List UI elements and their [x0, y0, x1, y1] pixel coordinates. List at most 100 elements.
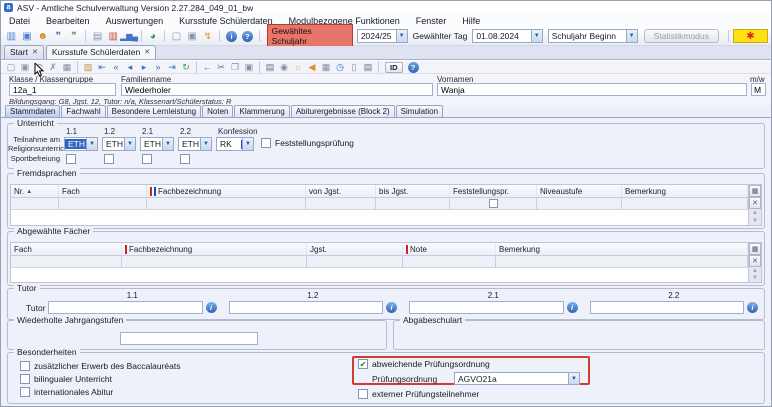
filter-cell-checkbox[interactable]: [450, 198, 537, 209]
lastname-field[interactable]: [121, 83, 433, 96]
abgewaehlte-table-body[interactable]: [11, 268, 748, 282]
chevron-down-icon[interactable]: ▼: [200, 138, 211, 150]
prev-page-icon[interactable]: «: [109, 61, 123, 73]
flash-icon[interactable]: ↯: [201, 29, 216, 43]
tab-fachwahl[interactable]: Fachwahl: [61, 105, 105, 117]
scroll-down-icon[interactable]: ▼: [752, 218, 758, 224]
chevron-down-icon[interactable]: ▼: [568, 373, 579, 384]
menu-auswertungen[interactable]: Auswertungen: [98, 14, 172, 27]
menu-kursstufe-schuelerdaten[interactable]: Kursstufe Schülerdaten: [171, 14, 281, 27]
filter-cell[interactable]: [307, 256, 403, 267]
externer-pruefungsteilnehmer-checkbox[interactable]: [358, 389, 368, 399]
vertical-scrollbar[interactable]: ▲▼: [749, 267, 761, 282]
tab-kursstufe-schuelerdaten[interactable]: Kursstufe Schülerdaten ✕: [46, 45, 156, 59]
sportbefreiung-checkbox-21[interactable]: [142, 154, 152, 164]
help-icon[interactable]: ?: [408, 62, 419, 73]
clear-filter-icon[interactable]: ✕: [749, 197, 761, 209]
window-flash-icon[interactable]: ▣: [185, 29, 200, 43]
first-record-icon[interactable]: ⇤: [95, 61, 109, 73]
tab-start[interactable]: Start ✕: [4, 45, 44, 59]
scroll-down-icon[interactable]: ▼: [752, 275, 758, 281]
term-select[interactable]: Schuljahr Beginn ▼: [548, 29, 638, 43]
tutor-field-11[interactable]: [48, 301, 203, 314]
sex-field[interactable]: [751, 83, 766, 96]
filter-cell[interactable]: [306, 198, 376, 209]
col-fach[interactable]: Fach: [11, 243, 122, 255]
prev-record-icon[interactable]: ◂: [123, 61, 137, 73]
cut-icon[interactable]: ✂: [214, 61, 228, 73]
feststellungspruefung-checkbox[interactable]: [261, 138, 271, 148]
sportbefreiung-checkbox-11[interactable]: [66, 154, 76, 164]
new-record-icon[interactable]: ▢: [4, 61, 18, 73]
feststellungspruefung-option[interactable]: Feststellungsprüfung: [261, 138, 354, 150]
col-fach[interactable]: Fach: [59, 185, 147, 197]
last-record-icon[interactable]: ⇥: [165, 61, 179, 73]
folder-icon[interactable]: ▨: [81, 61, 95, 73]
id-button[interactable]: ID: [385, 62, 403, 73]
chevron-down-icon[interactable]: ▼: [86, 138, 97, 150]
tab-stammdaten[interactable]: Stammdaten: [5, 105, 60, 117]
bar-chart-icon[interactable]: ▂▆▄: [122, 29, 137, 43]
menu-bearbeiten[interactable]: Bearbeiten: [38, 14, 98, 27]
close-icon[interactable]: ✕: [144, 48, 150, 56]
tab-abiturergebnisse[interactable]: Abiturergebnisse (Block 2): [291, 105, 395, 117]
chevron-down-icon[interactable]: ▼: [531, 30, 542, 42]
copy-icon[interactable]: ❐: [228, 61, 242, 73]
firstname-field[interactable]: [437, 83, 747, 96]
save-record-icon[interactable]: ▦: [60, 61, 74, 73]
refresh-icon[interactable]: ↻: [179, 61, 193, 73]
sportbefreiung-checkbox-12[interactable]: [104, 154, 114, 164]
scroll-up-icon[interactable]: ▲: [752, 268, 758, 274]
scroll-up-icon[interactable]: ▲: [752, 210, 758, 216]
back-icon[interactable]: ←: [200, 61, 214, 73]
col-bis-jgst[interactable]: bis Jgst.: [376, 185, 450, 197]
internationales-abitur-checkbox[interactable]: [20, 387, 30, 397]
modules-icon[interactable]: ▥: [4, 29, 19, 43]
col-von-jgst[interactable]: von Jgst.: [306, 185, 376, 197]
pruefungsordnung-select[interactable]: AGVO21a ▼: [454, 372, 580, 385]
print-list-icon[interactable]: ▤: [361, 61, 375, 73]
bilingual-option[interactable]: bilingualer Unterricht: [20, 374, 112, 386]
tab-besondere-lernleistung[interactable]: Besondere Lernleistung: [107, 105, 202, 117]
col-fachbezeichnung[interactable]: Fachbezeichnung: [122, 243, 307, 255]
menu-datei[interactable]: Datei: [1, 14, 38, 27]
filter-cell[interactable]: [11, 256, 122, 267]
tutor-field-21[interactable]: [409, 301, 564, 314]
tutor-field-12[interactable]: [229, 301, 384, 314]
info-icon[interactable]: i: [386, 302, 397, 313]
screen-red-icon[interactable]: ▥: [106, 29, 121, 43]
vertical-scrollbar[interactable]: ▲▼: [749, 209, 761, 225]
lamp-icon[interactable]: ☼: [291, 61, 305, 73]
next-page-icon[interactable]: »: [151, 61, 165, 73]
sportbefreiung-checkbox-22[interactable]: [180, 154, 190, 164]
chevron-down-icon[interactable]: ▼: [124, 138, 135, 150]
clear-filter-icon[interactable]: ✕: [749, 255, 761, 267]
filter-cell[interactable]: [11, 198, 59, 209]
info-icon[interactable]: i: [567, 302, 578, 313]
delete-record-icon[interactable]: ✗: [46, 61, 60, 73]
col-bemerkung[interactable]: Bemerkung: [496, 243, 748, 255]
filter-cell[interactable]: [376, 198, 450, 209]
fremdsprachen-table-body[interactable]: [11, 210, 748, 225]
wiederholte-field[interactable]: [120, 332, 258, 345]
filter-cell[interactable]: [537, 198, 622, 209]
table-config-icon[interactable]: ▦: [749, 243, 761, 255]
col-bemerkung[interactable]: Bemerkung: [622, 185, 748, 197]
chat-green-icon[interactable]: ❞: [67, 29, 82, 43]
baccalaureat-option[interactable]: zusätzlicher Erwerb des Baccalauréats: [20, 361, 180, 373]
abweichende-option[interactable]: abweichende Prüfungsordnung: [358, 359, 490, 369]
internationales-abitur-option[interactable]: internationales Abitur: [20, 387, 113, 399]
externer-pruefungsteilnehmer-option[interactable]: externer Prüfungsteilnehmer: [358, 389, 479, 401]
preview-icon[interactable]: ◉: [277, 61, 291, 73]
tab-klammerung[interactable]: Klammerung: [234, 105, 289, 117]
religion-select-11[interactable]: ETH ▼: [64, 137, 98, 151]
duplicate-record-icon[interactable]: ▣: [18, 61, 32, 73]
col-jgst[interactable]: Jgst.: [307, 243, 403, 255]
religion-select-21[interactable]: ETH ▼: [140, 137, 174, 151]
alert-button[interactable]: ✱: [733, 29, 768, 43]
filter-icon[interactable]: ◀: [305, 61, 319, 73]
tab-noten[interactable]: Noten: [202, 105, 233, 117]
col-fachbezeichnung[interactable]: Fachbezeichnung: [147, 185, 306, 197]
chevron-down-icon[interactable]: ▼: [242, 138, 253, 150]
bilingual-checkbox[interactable]: [20, 374, 30, 384]
